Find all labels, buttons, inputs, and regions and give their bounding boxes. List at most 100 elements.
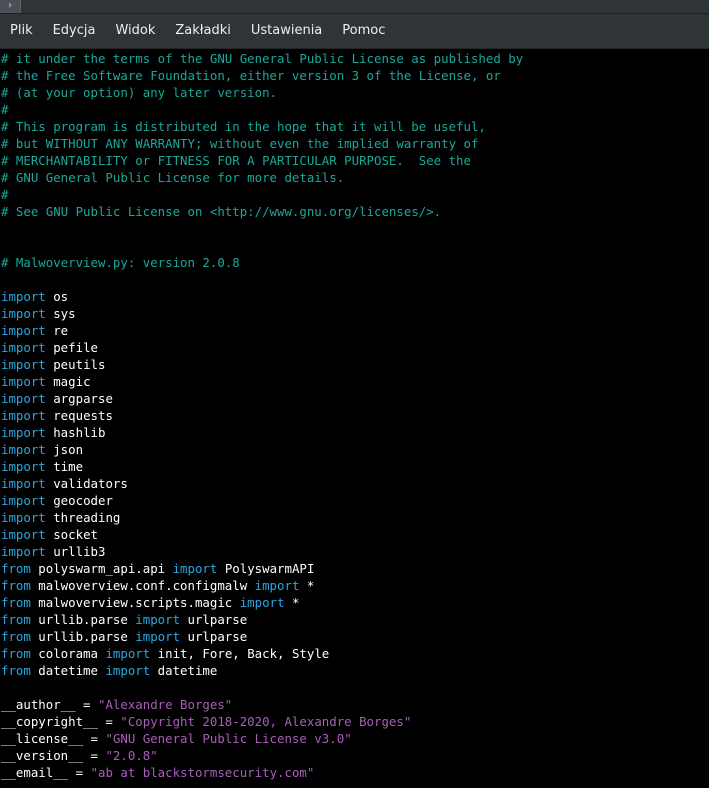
code-keyword: import: [1, 323, 46, 338]
code-text: __license__ =: [1, 731, 106, 746]
code-text: urlparse: [180, 629, 248, 644]
code-text: sys: [45, 306, 76, 321]
code-comment: # but WITHOUT ANY WARRANTY; without even…: [1, 136, 479, 151]
code-line: from malwoverview.conf.configmalw import…: [1, 577, 523, 594]
code-text: magic: [45, 374, 91, 389]
code-line: # GNU General Public License for more de…: [1, 169, 523, 186]
code-comment: # MERCHANTABILITY or FITNESS FOR A PARTI…: [1, 153, 471, 168]
code-line: # Malwoverview.py: version 2.0.8: [1, 254, 523, 271]
code-text: malwoverview.scripts.magic: [30, 595, 240, 610]
menu-ustawienia[interactable]: Ustawienia: [241, 14, 332, 48]
code-text: PolyswarmAPI: [217, 561, 315, 576]
code-text: re: [45, 323, 69, 338]
code-line: import re: [1, 322, 523, 339]
code-line: from urllib.parse import urlparse: [1, 611, 523, 628]
code-keyword: from: [1, 578, 31, 593]
code-keyword: import: [105, 663, 151, 678]
code-text: os: [45, 289, 69, 304]
code-keyword: import: [1, 289, 46, 304]
menu-zakladki[interactable]: Zakładki: [165, 14, 240, 48]
code-line: import time: [1, 458, 523, 475]
code-text: urllib3: [45, 544, 106, 559]
code-text: requests: [45, 408, 113, 423]
code-line: __copyright__ = "Copyright 2018-2020, Al…: [1, 713, 523, 730]
code-string: "Copyright 2018-2020, Alexandre Borges": [120, 714, 412, 729]
code-line: # This program is distributed in the hop…: [1, 118, 523, 135]
code-keyword: from: [1, 663, 31, 678]
code-text: validators: [45, 476, 128, 491]
code-keyword: from: [1, 612, 31, 627]
code-keyword: import: [1, 340, 46, 355]
code-keyword: import: [1, 527, 46, 542]
code-comment: # it under the terms of the GNU General …: [1, 51, 524, 66]
code-string: "ab at blackstormsecurity.com": [90, 765, 315, 780]
code-text: polyswarm_api.api: [30, 561, 173, 576]
code-keyword: from: [1, 646, 31, 661]
menu-pomoc[interactable]: Pomoc: [332, 14, 395, 48]
code-text: pefile: [45, 340, 98, 355]
code-comment: # Malwoverview.py: version 2.0.8: [1, 255, 240, 270]
menu-widok[interactable]: Widok: [105, 14, 165, 48]
code-line: import hashlib: [1, 424, 523, 441]
code-line: import argparse: [1, 390, 523, 407]
code-line: import peutils: [1, 356, 523, 373]
code-line: # See GNU Public License on <http://www.…: [1, 203, 523, 220]
code-line: import urllib3: [1, 543, 523, 560]
code-line: #: [1, 101, 523, 118]
code-line: import requests: [1, 407, 523, 424]
code-line: import socket: [1, 526, 523, 543]
code-text: __copyright__ =: [1, 714, 121, 729]
code-comment: # the Free Software Foundation, either v…: [1, 68, 501, 83]
menu-plik[interactable]: Plik: [0, 14, 43, 48]
code-keyword: import: [105, 646, 151, 661]
code-keyword: import: [135, 629, 181, 644]
code-text: json: [45, 442, 84, 457]
code-line: import validators: [1, 475, 523, 492]
code-line: __email__ = "ab at blackstormsecurity.co…: [1, 764, 523, 781]
code-comment: #: [1, 102, 9, 117]
code-text: time: [45, 459, 84, 474]
code-keyword: from: [1, 595, 31, 610]
code-text: *: [284, 595, 300, 610]
code-comment: # This program is distributed in the hop…: [1, 119, 486, 134]
code-line: __author__ = "Alexandre Borges": [1, 696, 523, 713]
code-listing: # it under the terms of the GNU General …: [1, 50, 523, 781]
code-line: __version__ = "2.0.8": [1, 747, 523, 764]
code-text: datetime: [30, 663, 106, 678]
code-text: colorama: [30, 646, 106, 661]
code-text: __version__ =: [1, 748, 106, 763]
code-keyword: import: [135, 612, 181, 627]
code-keyword: import: [1, 493, 46, 508]
code-line: from datetime import datetime: [1, 662, 523, 679]
code-text: urllib.parse: [30, 612, 136, 627]
code-line: import os: [1, 288, 523, 305]
editor-text-area[interactable]: # it under the terms of the GNU General …: [0, 49, 709, 788]
chevron-right-icon[interactable]: ›: [0, 0, 21, 13]
code-comment: # (at your option) any later version.: [1, 85, 278, 100]
code-comment: # See GNU Public License on <http://www.…: [1, 204, 442, 219]
code-line: # the Free Software Foundation, either v…: [1, 67, 523, 84]
code-keyword: from: [1, 561, 31, 576]
code-text: threading: [45, 510, 121, 525]
code-string: "GNU General Public License v3.0": [105, 731, 352, 746]
code-text: datetime: [150, 663, 218, 678]
code-keyword: import: [1, 425, 46, 440]
code-string: "Alexandre Borges": [97, 697, 233, 712]
code-keyword: import: [1, 544, 46, 559]
code-comment: # GNU General Public License for more de…: [1, 170, 345, 185]
code-line: from polyswarm_api.api import PolyswarmA…: [1, 560, 523, 577]
code-keyword: import: [1, 408, 46, 423]
code-text: urlparse: [180, 612, 248, 627]
code-keyword: import: [1, 306, 46, 321]
code-line: import threading: [1, 509, 523, 526]
code-text: __author__ =: [1, 697, 98, 712]
code-text: malwoverview.conf.configmalw: [30, 578, 255, 593]
code-keyword: import: [1, 476, 46, 491]
menu-edycja[interactable]: Edycja: [43, 14, 106, 48]
code-line: import geocoder: [1, 492, 523, 509]
code-text: __email__ =: [1, 765, 91, 780]
code-line: # MERCHANTABILITY or FITNESS FOR A PARTI…: [1, 152, 523, 169]
code-text: socket: [45, 527, 98, 542]
code-line: # but WITHOUT ANY WARRANTY; without even…: [1, 135, 523, 152]
